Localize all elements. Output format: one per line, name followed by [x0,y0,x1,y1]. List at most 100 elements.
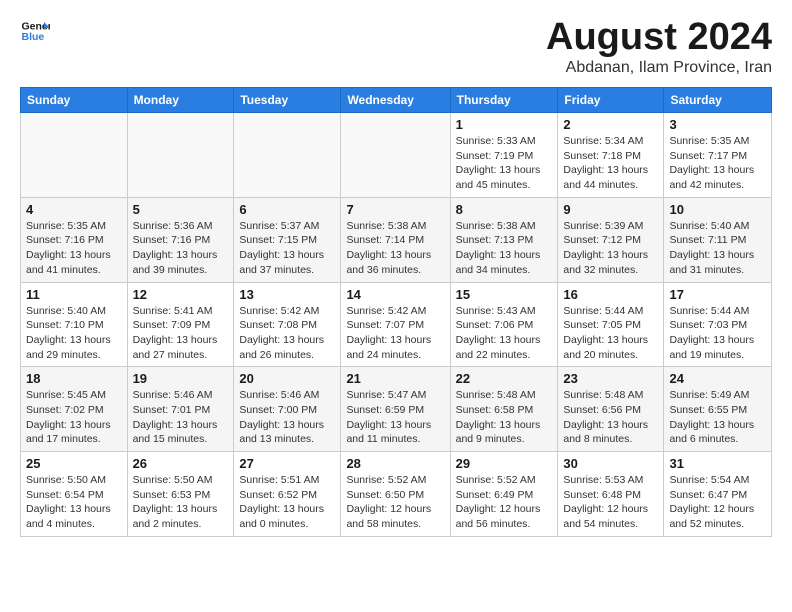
header-tuesday: Tuesday [234,88,341,113]
day-cell-13: 13 Sunrise: 5:42 AMSunset: 7:08 PMDayligh… [234,282,341,367]
empty-cell [127,113,234,198]
day-number: 10 [669,202,766,217]
day-number: 22 [456,371,553,386]
day-cell-23: 23Sunrise: 5:48 AMSunset: 6:56 PMDayligh… [558,367,664,452]
day-number: 18 [26,371,122,386]
day-cell-30: 30Sunrise: 5:53 AMSunset: 6:48 PMDayligh… [558,452,664,537]
day-number: 7 [346,202,444,217]
empty-cell [234,113,341,198]
day-number: 5 [133,202,229,217]
day-number: 26 [133,456,229,471]
day-number: 4 [26,202,122,217]
day-detail: Sunrise: 5:34 AMSunset: 7:18 PMDaylight:… [563,134,658,193]
day-detail: Sunrise: 5:42 AMSunset: 7:08 PMDaylight:… [239,304,335,363]
day-cell-31: 31 Sunrise: 5:54 AMSunset: 6:47 PMDayligh… [664,452,772,537]
header-monday: Monday [127,88,234,113]
header-sunday: Sunday [21,88,128,113]
calendar-table: SundayMondayTuesdayWednesdayThursdayFrid… [20,87,772,537]
day-number: 6 [239,202,335,217]
day-detail: Sunrise: 5:37 AMSunset: 7:15 PMDaylight:… [239,219,335,278]
day-detail: Sunrise: 5:44 AMSunset: 7:05 PMDaylight:… [563,304,658,363]
day-detail: Sunrise: 5:39 AMSunset: 7:12 PMDaylight:… [563,219,658,278]
day-number: 9 [563,202,658,217]
day-detail: Sunrise: 5:38 AMSunset: 7:13 PMDaylight:… [456,219,553,278]
day-number: 16 [563,287,658,302]
day-number: 11 [26,287,122,302]
day-detail: Sunrise: 5:35 AMSunset: 7:16 PMDaylight:… [26,219,122,278]
day-detail: Sunrise: 5:36 AMSunset: 7:16 PMDaylight:… [133,219,229,278]
day-number: 15 [456,287,553,302]
day-cell-6: 6 Sunrise: 5:37 AMSunset: 7:15 PMDaylight… [234,197,341,282]
day-detail: Sunrise: 5:54 AMSunset: 6:47 PMDaylight:… [669,473,766,532]
day-detail: Sunrise: 5:40 AMSunset: 7:11 PMDaylight:… [669,219,766,278]
day-number: 17 [669,287,766,302]
day-cell-8: 8 Sunrise: 5:38 AMSunset: 7:13 PMDaylight… [450,197,558,282]
week-row-5: 25 Sunrise: 5:50 AMSunset: 6:54 PMDayligh… [21,452,772,537]
day-number: 13 [239,287,335,302]
day-cell-10: 10 Sunrise: 5:40 AMSunset: 7:11 PMDayligh… [664,197,772,282]
empty-cell [21,113,128,198]
day-cell-20: 20 Sunrise: 5:46 AMSunset: 7:00 PMDayligh… [234,367,341,452]
logo: General Blue [20,16,50,46]
day-cell-19: 19Sunrise: 5:46 AMSunset: 7:01 PMDayligh… [127,367,234,452]
day-detail: Sunrise: 5:40 AMSunset: 7:10 PMDaylight:… [26,304,122,363]
day-cell-27: 27 Sunrise: 5:51 AMSunset: 6:52 PMDayligh… [234,452,341,537]
logo-icon: General Blue [20,16,50,46]
header-saturday: Saturday [664,88,772,113]
day-cell-1: 1 Sunrise: 5:33 AMSunset: 7:19 PMDaylight… [450,113,558,198]
day-number: 1 [456,117,553,132]
header-friday: Friday [558,88,664,113]
day-number: 19 [133,371,229,386]
day-cell-11: 11 Sunrise: 5:40 AMSunset: 7:10 PMDayligh… [21,282,128,367]
day-detail: Sunrise: 5:49 AMSunset: 6:55 PMDaylight:… [669,388,766,447]
day-number: 20 [239,371,335,386]
day-cell-26: 26 Sunrise: 5:50 AMSunset: 6:53 PMDayligh… [127,452,234,537]
day-cell-25: 25 Sunrise: 5:50 AMSunset: 6:54 PMDayligh… [21,452,128,537]
day-number: 25 [26,456,122,471]
svg-text:Blue: Blue [22,31,45,43]
day-detail: Sunrise: 5:51 AMSunset: 6:52 PMDaylight:… [239,473,335,532]
day-cell-12: 12 Sunrise: 5:41 AMSunset: 7:09 PMDayligh… [127,282,234,367]
day-detail: Sunrise: 5:52 AMSunset: 6:50 PMDaylight:… [346,473,444,532]
day-detail: Sunrise: 5:35 AMSunset: 7:17 PMDaylight:… [669,134,766,193]
day-number: 23 [563,371,658,386]
day-detail: Sunrise: 5:50 AMSunset: 6:54 PMDaylight:… [26,473,122,532]
empty-cell [341,113,450,198]
day-cell-9: 9 Sunrise: 5:39 AMSunset: 7:12 PMDaylight… [558,197,664,282]
day-number: 12 [133,287,229,302]
day-cell-15: 15Sunrise: 5:43 AMSunset: 7:06 PMDayligh… [450,282,558,367]
day-detail: Sunrise: 5:33 AMSunset: 7:19 PMDaylight:… [456,134,553,193]
day-number: 28 [346,456,444,471]
day-number: 31 [669,456,766,471]
day-detail: Sunrise: 5:38 AMSunset: 7:14 PMDaylight:… [346,219,444,278]
day-detail: Sunrise: 5:50 AMSunset: 6:53 PMDaylight:… [133,473,229,532]
header-thursday: Thursday [450,88,558,113]
day-detail: Sunrise: 5:53 AMSunset: 6:48 PMDaylight:… [563,473,658,532]
day-cell-18: 18 Sunrise: 5:45 AMSunset: 7:02 PMDayligh… [21,367,128,452]
header: General Blue August 2024 Abdanan, Ilam P… [20,16,772,77]
week-row-2: 4 Sunrise: 5:35 AMSunset: 7:16 PMDaylight… [21,197,772,282]
main-title: August 2024 [546,16,772,59]
day-number: 8 [456,202,553,217]
day-detail: Sunrise: 5:52 AMSunset: 6:49 PMDaylight:… [456,473,553,532]
day-number: 24 [669,371,766,386]
day-detail: Sunrise: 5:45 AMSunset: 7:02 PMDaylight:… [26,388,122,447]
day-number: 2 [563,117,658,132]
week-row-3: 11 Sunrise: 5:40 AMSunset: 7:10 PMDayligh… [21,282,772,367]
day-cell-16: 16 Sunrise: 5:44 AMSunset: 7:05 PMDayligh… [558,282,664,367]
day-detail: Sunrise: 5:48 AMSunset: 6:58 PMDaylight:… [456,388,553,447]
day-number: 29 [456,456,553,471]
day-cell-29: 29 Sunrise: 5:52 AMSunset: 6:49 PMDayligh… [450,452,558,537]
day-detail: Sunrise: 5:44 AMSunset: 7:03 PMDaylight:… [669,304,766,363]
day-cell-24: 24 Sunrise: 5:49 AMSunset: 6:55 PMDayligh… [664,367,772,452]
day-detail: Sunrise: 5:46 AMSunset: 7:00 PMDaylight:… [239,388,335,447]
day-detail: Sunrise: 5:41 AMSunset: 7:09 PMDaylight:… [133,304,229,363]
calendar-header-row: SundayMondayTuesdayWednesdayThursdayFrid… [21,88,772,113]
day-number: 3 [669,117,766,132]
day-number: 27 [239,456,335,471]
day-cell-22: 22 Sunrise: 5:48 AMSunset: 6:58 PMDayligh… [450,367,558,452]
day-cell-17: 17 Sunrise: 5:44 AMSunset: 7:03 PMDayligh… [664,282,772,367]
day-cell-4: 4 Sunrise: 5:35 AMSunset: 7:16 PMDaylight… [21,197,128,282]
day-cell-28: 28 Sunrise: 5:52 AMSunset: 6:50 PMDayligh… [341,452,450,537]
day-cell-3: 3 Sunrise: 5:35 AMSunset: 7:17 PMDaylight… [664,113,772,198]
